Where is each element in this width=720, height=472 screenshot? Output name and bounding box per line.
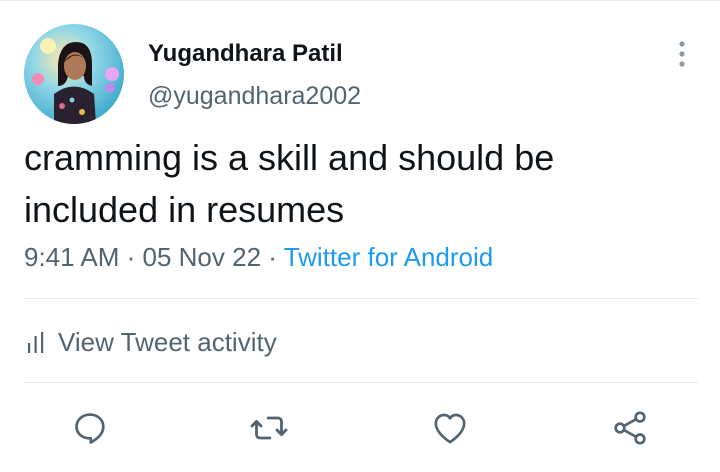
avatar-photo — [24, 24, 124, 124]
retweet-icon — [250, 416, 288, 440]
tweet-metadata: 9:41 AM · 05 Nov 22 · Twitter for Androi… — [24, 242, 493, 273]
tweet-card: Yugandhara Patil @yugandhara2002 crammin… — [0, 0, 720, 472]
tweet-text: cramming is a skill and should be includ… — [24, 137, 555, 230]
share-icon — [614, 411, 646, 445]
divider — [24, 298, 698, 299]
bar-chart-icon — [26, 331, 46, 353]
reply-button[interactable] — [68, 406, 112, 450]
more-options-button[interactable] — [666, 38, 698, 70]
reply-icon — [75, 413, 105, 444]
meta-separator: · — [261, 242, 284, 272]
view-tweet-activity-button[interactable]: View Tweet activity — [26, 324, 277, 360]
retweet-button[interactable] — [247, 406, 291, 450]
like-button[interactable] — [428, 406, 472, 450]
top-divider — [0, 0, 720, 1]
avatar[interactable] — [24, 24, 124, 124]
heart-icon — [434, 413, 466, 444]
user-handle[interactable]: @yugandhara2002 — [148, 82, 361, 111]
activity-label: View Tweet activity — [58, 326, 277, 357]
share-button[interactable] — [608, 406, 652, 450]
meta-separator: · — [119, 242, 143, 272]
tweet-time[interactable]: 9:41 AM — [24, 242, 119, 272]
divider — [24, 382, 698, 383]
tweet-source-link[interactable]: Twitter for Android — [284, 242, 494, 272]
tweet-date[interactable]: 05 Nov 22 — [143, 242, 262, 272]
action-bar — [0, 406, 720, 454]
vertical-ellipsis-icon — [679, 41, 685, 67]
display-name[interactable]: Yugandhara Patil — [148, 40, 343, 68]
